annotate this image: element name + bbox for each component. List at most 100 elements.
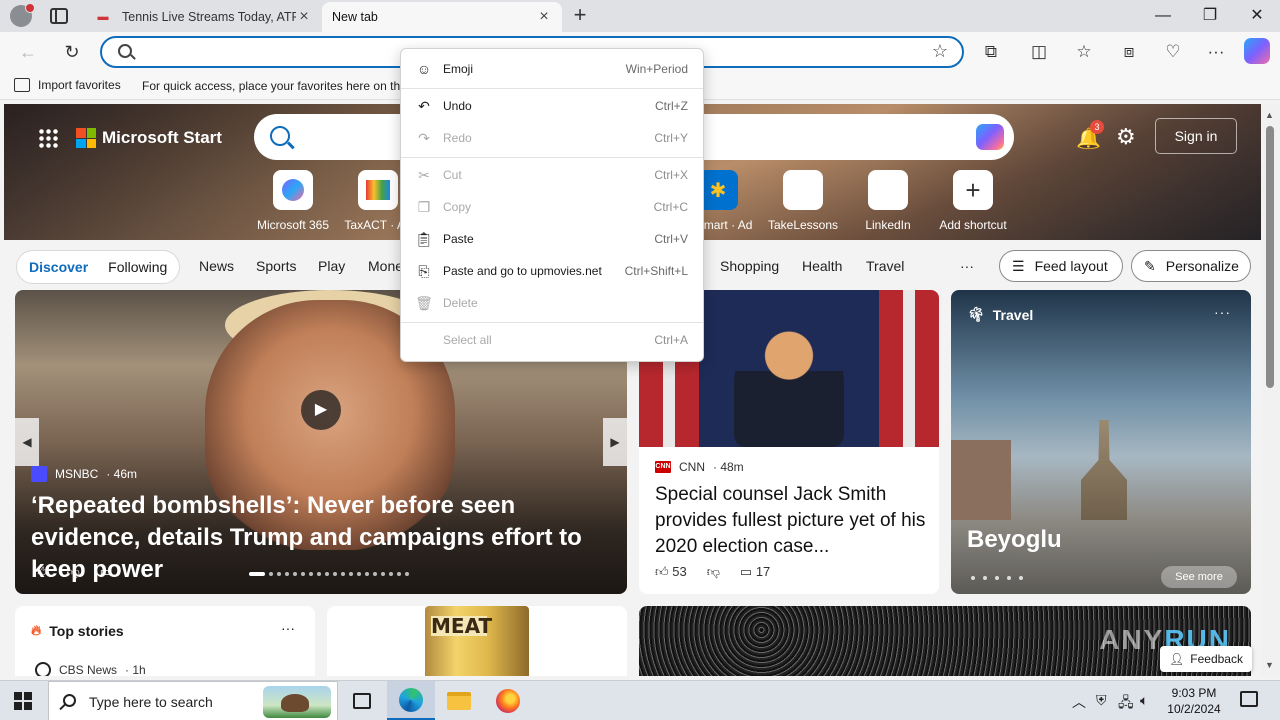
tab-actions-icon[interactable] xyxy=(50,8,68,24)
settings-gear-icon[interactable]: ⚙ xyxy=(1116,124,1136,150)
nav-more-icon[interactable]: ··· xyxy=(960,258,974,274)
dislike-icon[interactable]: 👎︎ xyxy=(707,564,720,580)
close-window-button[interactable]: ✕ xyxy=(1234,4,1280,28)
nav-shopping[interactable]: Shopping xyxy=(720,258,779,274)
taskbar-file-explorer[interactable] xyxy=(435,681,483,720)
see-more-button[interactable]: See more xyxy=(1161,566,1237,588)
like-button[interactable]: 👍︎ 53 xyxy=(655,564,687,580)
tab-following[interactable]: Following xyxy=(108,259,167,275)
menu-item-label: Select all xyxy=(443,333,492,347)
shortcut-linkedin[interactable]: LinkedIn xyxy=(843,170,933,232)
more-menu-icon[interactable]: ··· xyxy=(1203,39,1229,65)
app-launcher-icon[interactable] xyxy=(38,128,58,148)
menu-item-paste-and-go[interactable]: ⎘ Paste and go to upmovies.net Ctrl+Shif… xyxy=(401,257,703,285)
minimize-button[interactable]: — xyxy=(1140,4,1186,28)
menu-item-undo[interactable]: ↶ Undo Ctrl+Z xyxy=(401,92,703,120)
import-favorites-button[interactable]: Import favorites xyxy=(14,78,121,92)
windows-start-icon[interactable] xyxy=(14,692,32,710)
system-clock[interactable]: 9:03 PM 10/2/2024 xyxy=(1156,685,1232,717)
menu-item-paste[interactable]: 📋︎ Paste Ctrl+V xyxy=(401,225,703,253)
add-shortcut-button[interactable]: + Add shortcut xyxy=(928,170,1018,232)
comment-button[interactable]: ▭ 17 xyxy=(740,564,770,580)
flame-icon: 🔥︎ xyxy=(31,622,42,638)
dislike-icon[interactable]: 👎︎ xyxy=(67,564,80,580)
nav-health[interactable]: Health xyxy=(802,258,842,274)
feed-layout-button[interactable]: ☰ Feed layout xyxy=(999,250,1123,282)
profile-avatar-icon[interactable] xyxy=(10,3,35,27)
shortcut-label: Microsoft 365 xyxy=(256,218,330,232)
favorite-star-icon[interactable]: ☆ xyxy=(932,41,948,62)
travel-headline[interactable]: Beyoglu xyxy=(967,526,1062,554)
favorites-icon[interactable]: ☆ xyxy=(1071,39,1097,65)
tab-discover[interactable]: Discover xyxy=(29,259,88,275)
menu-item-redo[interactable]: ↷ Redo Ctrl+Y xyxy=(401,124,703,152)
notifications-bell-icon[interactable]: 🔔 3 xyxy=(1076,120,1104,150)
nav-play[interactable]: Play xyxy=(318,258,345,274)
menu-item-copy[interactable]: ❐ Copy Ctrl+C xyxy=(401,193,703,221)
carousel-prev-icon[interactable]: ◀ xyxy=(15,418,39,466)
refresh-icon[interactable]: ↻ xyxy=(60,40,84,64)
tab-new-tab[interactable]: New tab × xyxy=(322,2,562,32)
nav-travel[interactable]: Travel xyxy=(866,258,904,274)
paste-go-icon: ⎘ xyxy=(418,262,430,279)
copilot-icon[interactable] xyxy=(1244,38,1270,64)
tennis-favicon-icon: ▬ xyxy=(97,11,109,23)
notification-count-badge: 3 xyxy=(1090,120,1104,134)
tray-overflow-icon[interactable]: ︿ xyxy=(1072,692,1086,712)
microsoft-start-logo[interactable]: Microsoft Start xyxy=(76,128,222,148)
shortcut-microsoft-365[interactable]: Microsoft 365 xyxy=(248,170,338,232)
like-icon[interactable]: 👍︎ xyxy=(33,564,47,580)
close-tab-icon[interactable]: × xyxy=(536,8,552,26)
play-video-icon[interactable]: ▶ xyxy=(301,390,341,430)
menu-item-select-all[interactable]: Select all Ctrl+A xyxy=(401,326,703,354)
menu-item-emoji[interactable]: ☺ Emoji Win+Period xyxy=(401,55,703,83)
product-image: MEAT xyxy=(425,606,529,676)
feedback-label: Feedback xyxy=(1190,652,1243,666)
extensions-icon[interactable]: ⧉ xyxy=(978,39,1004,65)
notification-center-icon[interactable] xyxy=(1240,691,1258,707)
nav-news[interactable]: News xyxy=(199,258,234,274)
close-tab-icon[interactable]: × xyxy=(296,8,312,26)
sign-in-button[interactable]: Sign in xyxy=(1155,118,1237,154)
shortcut-takelessons[interactable]: TakeLessons xyxy=(758,170,848,232)
story-image xyxy=(951,440,1011,520)
scroll-up-icon[interactable]: ▲ xyxy=(1265,110,1274,120)
copilot-icon[interactable] xyxy=(976,124,1004,150)
personalize-button[interactable]: ✎ Personalize xyxy=(1131,250,1251,282)
scroll-thumb[interactable] xyxy=(1266,126,1274,388)
story-headline[interactable]: Special counsel Jack Smith provides full… xyxy=(655,482,930,560)
carousel-next-icon[interactable]: ▶ xyxy=(603,418,627,466)
card-more-icon[interactable]: ··· xyxy=(281,620,295,636)
msnbc-logo-icon xyxy=(31,466,47,482)
taskbar-edge[interactable] xyxy=(387,681,435,720)
task-view-button[interactable] xyxy=(338,681,386,720)
like-count: 53 xyxy=(672,564,687,579)
shortcut-label: LinkedIn xyxy=(865,218,911,232)
microsoft-365-icon xyxy=(273,170,313,210)
new-tab-button[interactable]: + xyxy=(568,4,592,28)
card-more-icon[interactable]: ··· xyxy=(1214,304,1231,320)
back-arrow-icon[interactable]: ← xyxy=(16,40,40,64)
taskbar-search-box[interactable]: Type here to search xyxy=(48,681,338,720)
menu-item-delete[interactable]: 🗑︎ Delete xyxy=(401,289,703,317)
brand-name: Microsoft Start xyxy=(102,128,222,147)
scroll-down-icon[interactable]: ▼ xyxy=(1265,660,1274,670)
split-screen-icon[interactable]: ◫ xyxy=(1026,39,1052,65)
taskbar-firefox[interactable] xyxy=(484,681,532,720)
restore-button[interactable]: ❐ xyxy=(1187,4,1233,28)
feedback-button[interactable]: 👤︎ Feedback xyxy=(1160,646,1252,672)
page-scrollbar[interactable]: ▲ ▼ xyxy=(1261,104,1280,676)
collections-icon[interactable]: ⧈ xyxy=(1116,39,1142,65)
volume-icon[interactable]: 🔈︎ xyxy=(1140,692,1148,709)
network-icon[interactable]: 🖧︎ xyxy=(1118,692,1134,716)
security-icon[interactable]: ⛨ xyxy=(1096,692,1107,709)
menu-item-cut[interactable]: ✂ Cut Ctrl+X xyxy=(401,161,703,189)
tab-tennis[interactable]: ▬ Tennis Live Streams Today, ATP & WTA T… xyxy=(86,2,322,32)
browser-essentials-icon[interactable]: ♡ xyxy=(1160,39,1186,65)
top-stories-title: Top stories xyxy=(49,622,124,639)
ad-card[interactable]: MEAT xyxy=(327,606,627,676)
comment-icon[interactable]: ▭ xyxy=(100,564,112,580)
delete-icon: 🗑︎ xyxy=(415,294,433,311)
travel-card[interactable]: 🌴︎ Travel ··· Beyoglu See more xyxy=(951,290,1251,594)
nav-sports[interactable]: Sports xyxy=(256,258,296,274)
